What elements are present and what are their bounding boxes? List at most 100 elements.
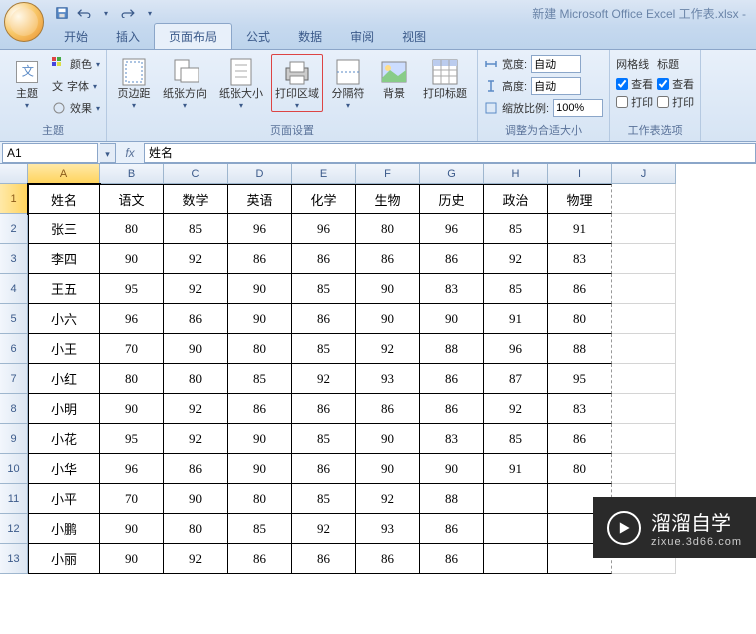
cell-A2[interactable]: 张三 [28,214,100,244]
cell-F11[interactable]: 92 [356,484,420,514]
cell-C2[interactable]: 85 [164,214,228,244]
cell-A9[interactable]: 小花 [28,424,100,454]
gridlines-view-check[interactable]: 查看 [616,76,653,92]
cell-F6[interactable]: 92 [356,334,420,364]
cell-F12[interactable]: 93 [356,514,420,544]
cell-B2[interactable]: 80 [100,214,164,244]
row-header-2[interactable]: 2 [0,214,28,244]
cell-A12[interactable]: 小鹏 [28,514,100,544]
size-button[interactable]: 纸张大小▾ [215,54,267,112]
effects-button[interactable]: 效果▾ [52,98,100,118]
cell-H5[interactable]: 91 [484,304,548,334]
cell-H7[interactable]: 87 [484,364,548,394]
cell-J5[interactable] [612,304,676,334]
cell-I3[interactable]: 83 [548,244,612,274]
row-header-1[interactable]: 1 [0,184,28,214]
cell-I6[interactable]: 88 [548,334,612,364]
tab-data[interactable]: 数据 [284,24,336,49]
print-titles-button[interactable]: 打印标题 [419,54,471,103]
name-box[interactable]: A1 [2,143,98,163]
cell-H4[interactable]: 85 [484,274,548,304]
cell-H2[interactable]: 85 [484,214,548,244]
cell-C6[interactable]: 90 [164,334,228,364]
cell-J4[interactable] [612,274,676,304]
cell-H12[interactable] [484,514,548,544]
cell-B7[interactable]: 80 [100,364,164,394]
cell-G2[interactable]: 96 [420,214,484,244]
cell-H6[interactable]: 96 [484,334,548,364]
cell-I8[interactable]: 83 [548,394,612,424]
row-header-5[interactable]: 5 [0,304,28,334]
name-box-dropdown[interactable]: ▾ [100,143,116,163]
cell-C7[interactable]: 80 [164,364,228,394]
col-header-E[interactable]: E [292,164,356,184]
select-all-button[interactable] [0,164,28,184]
cell-G3[interactable]: 86 [420,244,484,274]
cell-D6[interactable]: 80 [228,334,292,364]
row-header-13[interactable]: 13 [0,544,28,574]
cell-E11[interactable]: 85 [292,484,356,514]
cell-F2[interactable]: 80 [356,214,420,244]
cell-H13[interactable] [484,544,548,574]
cell-G6[interactable]: 88 [420,334,484,364]
cell-H9[interactable]: 85 [484,424,548,454]
cell-C11[interactable]: 90 [164,484,228,514]
cell-G9[interactable]: 83 [420,424,484,454]
cell-B11[interactable]: 70 [100,484,164,514]
cell-H8[interactable]: 92 [484,394,548,424]
cell-G4[interactable]: 83 [420,274,484,304]
cell-A8[interactable]: 小明 [28,394,100,424]
cell-H10[interactable]: 91 [484,454,548,484]
cell-C1[interactable]: 数学 [164,184,228,214]
cell-F5[interactable]: 90 [356,304,420,334]
cell-J3[interactable] [612,244,676,274]
cell-J2[interactable] [612,214,676,244]
cell-E10[interactable]: 86 [292,454,356,484]
cell-D12[interactable]: 85 [228,514,292,544]
cell-G13[interactable]: 86 [420,544,484,574]
cell-C5[interactable]: 86 [164,304,228,334]
cell-E3[interactable]: 86 [292,244,356,274]
cell-C8[interactable]: 92 [164,394,228,424]
cell-I1[interactable]: 物理 [548,184,612,214]
cell-B6[interactable]: 70 [100,334,164,364]
breaks-button[interactable]: 分隔符▾ [327,54,369,112]
tab-review[interactable]: 审阅 [336,24,388,49]
cell-I5[interactable]: 80 [548,304,612,334]
cell-H1[interactable]: 政治 [484,184,548,214]
fonts-button[interactable]: 文字体▾ [52,76,100,96]
cell-G8[interactable]: 86 [420,394,484,424]
cell-C3[interactable]: 92 [164,244,228,274]
cell-B4[interactable]: 95 [100,274,164,304]
cell-G11[interactable]: 88 [420,484,484,514]
col-header-B[interactable]: B [100,164,164,184]
cell-J7[interactable] [612,364,676,394]
cell-E2[interactable]: 96 [292,214,356,244]
cell-F4[interactable]: 90 [356,274,420,304]
cell-J1[interactable] [612,184,676,214]
cell-D7[interactable]: 85 [228,364,292,394]
cell-B13[interactable]: 90 [100,544,164,574]
cell-G12[interactable]: 86 [420,514,484,544]
cell-D8[interactable]: 86 [228,394,292,424]
cell-C4[interactable]: 92 [164,274,228,304]
cell-E13[interactable]: 86 [292,544,356,574]
col-header-C[interactable]: C [164,164,228,184]
zoom-input[interactable] [553,99,603,117]
colors-button[interactable]: 颜色▾ [52,54,100,74]
cell-A11[interactable]: 小平 [28,484,100,514]
cell-F7[interactable]: 93 [356,364,420,394]
cell-C9[interactable]: 92 [164,424,228,454]
gridlines-print-check[interactable]: 打印 [616,94,653,110]
cell-E1[interactable]: 化学 [292,184,356,214]
cell-E12[interactable]: 92 [292,514,356,544]
cell-A4[interactable]: 王五 [28,274,100,304]
tab-page-layout[interactable]: 页面布局 [154,23,232,49]
office-button[interactable] [4,2,44,42]
tab-insert[interactable]: 插入 [102,24,154,49]
cell-I2[interactable]: 91 [548,214,612,244]
cell-A7[interactable]: 小红 [28,364,100,394]
cell-E9[interactable]: 85 [292,424,356,454]
cell-E6[interactable]: 85 [292,334,356,364]
cell-E5[interactable]: 86 [292,304,356,334]
